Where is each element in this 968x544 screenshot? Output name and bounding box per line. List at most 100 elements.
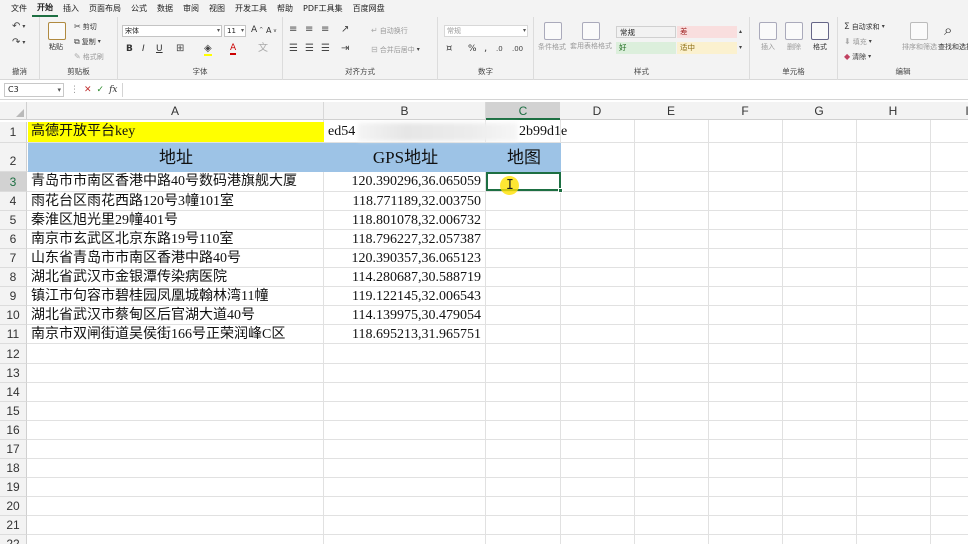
bold-button[interactable]: B xyxy=(126,44,133,54)
phonetic-button[interactable]: 文 xyxy=(258,44,268,54)
gps-cell[interactable]: 118.695213,31.965751 xyxy=(325,325,486,344)
address-cell[interactable]: 南京市玄武区北京东路19号110室 xyxy=(28,230,324,249)
style-bad[interactable]: 差 xyxy=(677,26,737,38)
address-cell[interactable]: 南京市双闸街道吴侯街166号正荣润峰C区 xyxy=(28,325,324,344)
row-header-10[interactable]: 10 xyxy=(0,306,27,325)
gps-cell[interactable]: 118.801078,32.006732 xyxy=(325,211,486,230)
cell-A1[interactable]: 高德开放平台key xyxy=(28,122,324,142)
orientation-button[interactable]: ↗ xyxy=(341,25,349,35)
address-cell[interactable]: 雨花台区雨花西路120号3幢101室 xyxy=(28,192,324,211)
row-header-13[interactable]: 13 xyxy=(0,364,27,383)
menu-tab-7[interactable]: 视图 xyxy=(204,0,230,17)
address-cell[interactable]: 青岛市市南区香港中路40号数码港旗舰大厦 xyxy=(28,172,324,192)
shrink-font-button[interactable]: Av xyxy=(266,26,276,35)
menu-tab-10[interactable]: PDF工具集 xyxy=(298,0,348,17)
sort-filter-button[interactable]: 排序和筛选 xyxy=(902,42,937,52)
menu-tab-1[interactable]: 开始 xyxy=(32,0,58,17)
clear-button[interactable]: ◆ 清除 ▾ xyxy=(844,52,871,62)
redo-button[interactable]: ↷ ▾ xyxy=(12,38,25,48)
cut-button[interactable]: ✂ 剪切 xyxy=(74,22,97,32)
column-header-F[interactable]: F xyxy=(708,102,783,120)
autosum-button[interactable]: Σ 自动求和 ▾ xyxy=(844,22,885,32)
grow-font-button[interactable]: A ^ xyxy=(251,25,263,35)
top-align-button[interactable]: ≡ xyxy=(289,25,297,35)
row-header-22[interactable]: 22 xyxy=(0,535,27,544)
copy-button[interactable]: ⧉ 复制 ▾ xyxy=(74,37,101,47)
style-neutral[interactable]: 适中 xyxy=(677,42,737,54)
column-header-G[interactable]: G xyxy=(782,102,857,120)
address-cell[interactable]: 秦淮区旭光里29幢401号 xyxy=(28,211,324,230)
style-normal[interactable]: 常规 xyxy=(616,26,676,38)
merge-center-button[interactable]: ⊟ 合并后居中 ▾ xyxy=(371,45,420,55)
font-size-select[interactable]: 11 ▾ xyxy=(224,25,246,37)
row-header-19[interactable]: 19 xyxy=(0,478,27,497)
gps-cell[interactable]: 119.122145,32.006543 xyxy=(325,287,486,306)
address-cell[interactable]: 山东省青岛市市南区香港中路40号 xyxy=(28,249,324,268)
gps-cell[interactable]: 118.796227,32.057387 xyxy=(325,230,486,249)
active-cell-C3[interactable] xyxy=(486,172,561,191)
enter-icon[interactable]: ✓ xyxy=(97,85,105,95)
column-header-B[interactable]: B xyxy=(324,102,486,120)
header-gps[interactable]: GPS地址 xyxy=(325,143,486,172)
increase-decimal-button[interactable]: .0 xyxy=(496,44,503,54)
middle-align-button[interactable]: ≡ xyxy=(305,25,313,35)
percent-button[interactable]: % xyxy=(468,44,477,54)
row-header-5[interactable]: 5 xyxy=(0,211,27,230)
row-header-20[interactable]: 20 xyxy=(0,497,27,516)
row-header-16[interactable]: 16 xyxy=(0,421,27,440)
menu-tab-3[interactable]: 页面布局 xyxy=(84,0,126,17)
paste-button[interactable]: 粘贴 xyxy=(49,42,63,52)
gps-cell[interactable]: 120.390357,36.065123 xyxy=(325,249,486,268)
address-cell[interactable]: 湖北省武汉市金银潭传染病医院 xyxy=(28,268,324,287)
fill-color-button[interactable]: ◈ xyxy=(204,44,212,56)
font-color-button[interactable]: A xyxy=(230,43,237,55)
format-as-table-button[interactable]: 套用表格格式 xyxy=(570,42,618,50)
undo-button[interactable]: ↶ ▾ xyxy=(12,22,25,32)
menu-tab-0[interactable]: 文件 xyxy=(6,0,32,17)
address-cell[interactable]: 湖北省武汉市蔡甸区后官湖大道40号 xyxy=(28,306,324,325)
column-header-A[interactable]: A xyxy=(27,102,324,120)
right-align-button[interactable]: ☰ xyxy=(321,44,330,54)
select-all-button[interactable] xyxy=(0,102,27,120)
conditional-format-button[interactable]: 条件格式 xyxy=(538,42,566,52)
delete-cells-button[interactable]: 删除 xyxy=(787,42,801,52)
address-cell[interactable]: 镇江市句容市碧桂园凤凰城翰林湾11幢 xyxy=(28,287,324,306)
row-header-1[interactable]: 1 xyxy=(0,122,27,143)
menu-tab-11[interactable]: 百度网盘 xyxy=(348,0,390,17)
insert-cells-button[interactable]: 插入 xyxy=(761,42,775,52)
format-cells-button[interactable]: 格式 xyxy=(813,42,827,52)
row-header-15[interactable]: 15 xyxy=(0,402,27,421)
menu-tab-9[interactable]: 帮助 xyxy=(272,0,298,17)
column-header-C[interactable]: C xyxy=(486,102,561,120)
row-header-17[interactable]: 17 xyxy=(0,440,27,459)
row-header-18[interactable]: 18 xyxy=(0,459,27,478)
center-align-button[interactable]: ☰ xyxy=(305,44,314,54)
style-good[interactable]: 好 xyxy=(616,42,676,54)
column-header-D[interactable]: D xyxy=(560,102,635,120)
menu-tab-8[interactable]: 开发工具 xyxy=(230,0,272,17)
menu-tab-4[interactable]: 公式 xyxy=(126,0,152,17)
menu-tab-6[interactable]: 审阅 xyxy=(178,0,204,17)
find-select-button[interactable]: 查找和选择 xyxy=(938,42,968,52)
left-align-button[interactable]: ☰ xyxy=(289,44,298,54)
column-header-H[interactable]: H xyxy=(856,102,931,120)
name-box[interactable]: C3 ▾ xyxy=(4,83,64,97)
number-format-select[interactable]: 常规 ▾ xyxy=(444,25,528,37)
italic-button[interactable]: I xyxy=(142,44,145,54)
gps-cell[interactable]: 114.280687,30.588719 xyxy=(325,268,486,287)
fill-button[interactable]: ⬇ 填充 ▾ xyxy=(844,37,872,47)
styles-scroll-up[interactable]: ▴ xyxy=(739,27,742,37)
format-painter-button[interactable]: ✎ 格式刷 xyxy=(74,52,104,62)
row-header-4[interactable]: 4 xyxy=(0,192,27,211)
comma-button[interactable]: , xyxy=(484,44,487,54)
gps-cell[interactable]: 118.771189,32.003750 xyxy=(325,192,486,211)
row-header-7[interactable]: 7 xyxy=(0,249,27,268)
wrap-text-button[interactable]: ↵ 自动换行 xyxy=(371,26,408,36)
row-header-11[interactable]: 11 xyxy=(0,325,27,344)
gps-cell[interactable]: 114.139975,30.479054 xyxy=(325,306,486,325)
worksheet-grid[interactable]: ABCDEFGHI 1 2 3 4 5 6 7 8 9 10 11 12 13 14 15 16 17 18 19 2… xyxy=(0,102,968,544)
menu-tab-2[interactable]: 插入 xyxy=(58,0,84,17)
row-header-3[interactable]: 3 xyxy=(0,172,27,192)
cell-B1[interactable]: ed54 xyxy=(325,122,365,142)
row-header-9[interactable]: 9 xyxy=(0,287,27,306)
